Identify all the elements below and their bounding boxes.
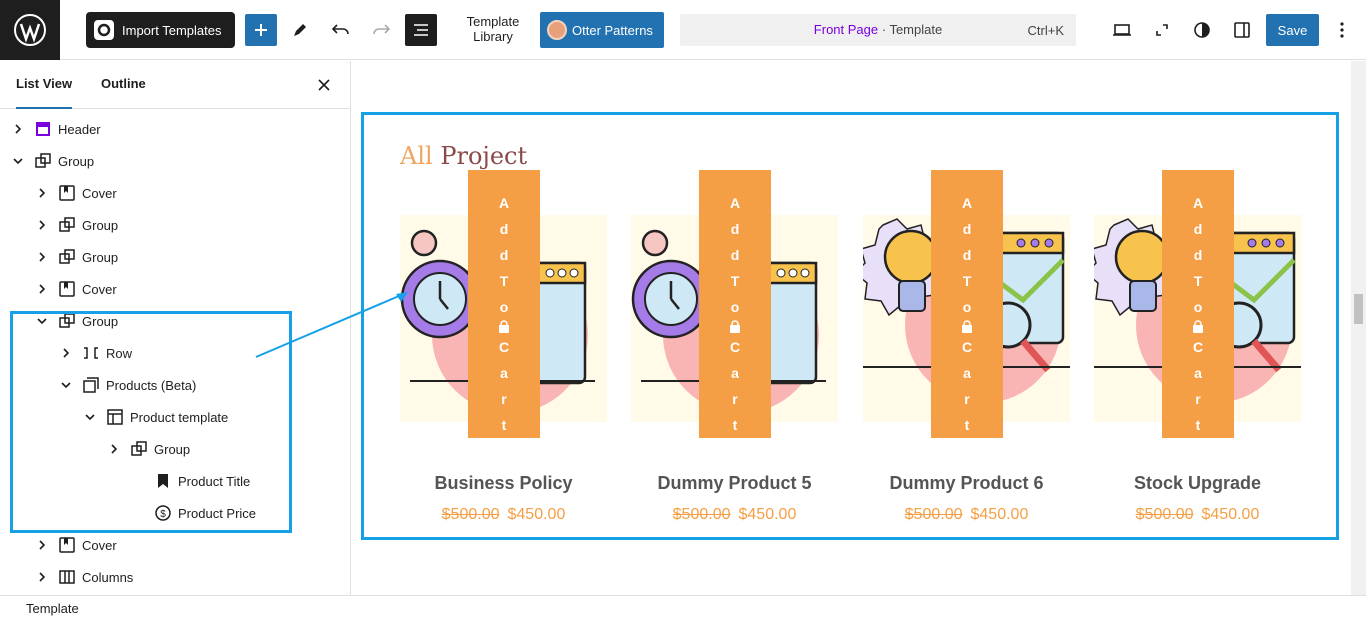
tree-item-label: Cover <box>82 537 117 553</box>
tree-item-label: Group <box>82 217 119 233</box>
chevron-right-icon[interactable] <box>34 217 50 233</box>
tab-list-view[interactable]: List View <box>16 61 73 109</box>
tree-item-label: Group <box>82 249 119 265</box>
plus-icon <box>255 24 267 36</box>
tree-item-label: Columns <box>82 569 134 585</box>
otter-patterns-label: Otter Patterns <box>572 22 653 38</box>
zoom-out-button[interactable] <box>1146 14 1178 46</box>
cover-icon <box>58 536 76 554</box>
chevron-right-icon[interactable] <box>10 121 26 137</box>
canvas-scrollbar[interactable] <box>1351 61 1366 595</box>
chevron-right-icon[interactable] <box>34 281 50 297</box>
sidebar-tabs: List View Outline <box>0 61 350 109</box>
add-block-button[interactable] <box>245 14 277 46</box>
tree-item-label: Group <box>58 153 95 169</box>
template-library-button[interactable]: Template Library <box>460 14 526 44</box>
pencil-icon <box>294 24 306 36</box>
group-icon <box>58 248 76 266</box>
template-part-icon <box>34 120 52 138</box>
options-button[interactable] <box>1326 14 1358 46</box>
chevron-right-icon[interactable] <box>34 249 50 265</box>
tree-item-cover[interactable]: Cover <box>34 177 117 209</box>
expand-icon <box>1156 24 1168 36</box>
scrollbar-thumb[interactable] <box>1354 294 1363 324</box>
tree-item-group[interactable]: Group <box>34 241 118 273</box>
preview-button[interactable] <box>1106 14 1138 46</box>
tools-button[interactable] <box>284 14 316 46</box>
tree-item-group[interactable]: Group <box>10 145 94 177</box>
canvas-highlight-box <box>361 112 1339 540</box>
styles-button[interactable] <box>1186 14 1218 46</box>
half-circle-icon <box>1194 22 1210 38</box>
tab-outline[interactable]: Outline <box>101 61 146 109</box>
tree-item-group[interactable]: Group <box>34 209 118 241</box>
wordpress-icon <box>14 14 46 46</box>
close-icon <box>318 79 330 91</box>
command-separator: · <box>878 22 890 37</box>
annotation-arrow <box>255 292 408 358</box>
editor-top-bar: Import Templates Template Library Otter … <box>0 0 1366 60</box>
close-sidebar-button[interactable] <box>314 75 334 95</box>
cover-icon <box>58 184 76 202</box>
otter-avatar <box>547 20 567 40</box>
footer-breadcrumb[interactable]: Template <box>26 601 79 616</box>
redo-button[interactable] <box>365 14 397 46</box>
templates-icon <box>94 20 114 40</box>
document-overview-button[interactable] <box>405 14 437 46</box>
command-page: Front Page <box>813 22 879 37</box>
tree-item-cover[interactable]: Cover <box>34 273 117 305</box>
import-templates-label: Import Templates <box>122 22 222 38</box>
save-button[interactable]: Save <box>1266 14 1319 46</box>
chevron-down-icon[interactable] <box>10 153 26 169</box>
import-templates-button[interactable]: Import Templates <box>86 12 235 48</box>
desktop-icon <box>1113 24 1131 36</box>
command-shortcut: Ctrl+K <box>1027 23 1064 38</box>
undo-icon <box>331 24 349 35</box>
undo-button[interactable] <box>325 14 357 46</box>
tree-item-columns[interactable]: Columns <box>34 561 133 593</box>
settings-sidebar-button[interactable] <box>1226 14 1258 46</box>
cover-icon <box>58 280 76 298</box>
columns-icon <box>58 568 76 586</box>
chevron-right-icon[interactable] <box>34 569 50 585</box>
tree-item-header[interactable]: Header <box>10 113 101 145</box>
tree-item-cover[interactable]: Cover <box>34 529 117 561</box>
editor-footer: Template <box>0 595 1366 620</box>
group-icon <box>34 152 52 170</box>
tree-item-label: Cover <box>82 281 117 297</box>
more-vertical-icon <box>1340 22 1344 38</box>
otter-patterns-button[interactable]: Otter Patterns <box>540 12 664 48</box>
chevron-right-icon[interactable] <box>34 537 50 553</box>
list-view-icon <box>414 24 428 36</box>
wordpress-logo-button[interactable] <box>0 0 60 60</box>
chevron-right-icon[interactable] <box>34 185 50 201</box>
tree-item-label: Header <box>58 121 101 137</box>
command-type: Template <box>889 22 943 37</box>
command-palette-bar[interactable]: Front Page · Template Ctrl+K <box>680 14 1076 46</box>
group-icon <box>58 216 76 234</box>
command-title: Front Page · Template <box>680 22 1076 37</box>
tree-item-label: Cover <box>82 185 117 201</box>
sidebar-icon <box>1234 22 1250 38</box>
redo-icon <box>373 24 391 35</box>
